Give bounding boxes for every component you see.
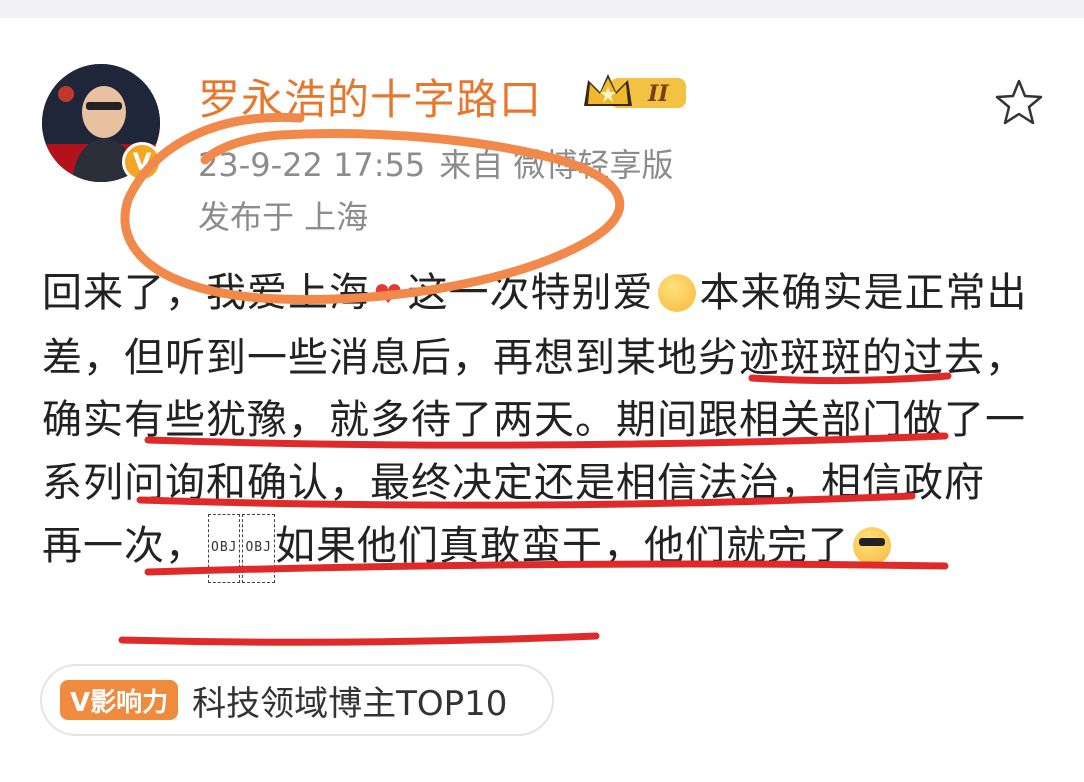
influence-label: 科技领域博主TOP10 — [192, 683, 508, 724]
influence-pill[interactable]: V影响力 科技领域博主TOP10 — [40, 664, 554, 736]
body-text-part1: 回来了，我爱上海 — [42, 270, 370, 316]
level-badge-text: II — [647, 81, 669, 107]
post-location: 发布于 上海 — [198, 198, 369, 236]
heart-emoji-icon: ❤ — [374, 275, 404, 315]
influence-badge: V影响力 — [60, 680, 179, 720]
placeholder-glyph: OBJ — [208, 514, 241, 583]
body-text-part4: 如果他们真敢蛮干，他们就完了 — [274, 523, 849, 569]
status-bar — [0, 0, 1084, 18]
post-timestamp: 23-9-22 17:55 — [198, 146, 426, 184]
verified-badge: V — [122, 142, 162, 182]
crown-level-icon[interactable]: II — [580, 70, 694, 114]
favorite-star-icon[interactable] — [992, 76, 1046, 130]
post-meta: 23-9-22 17:55 来自 微博轻享版 — [198, 140, 687, 186]
placeholder-glyph: OBJ — [242, 514, 275, 583]
username[interactable]: 罗永浩的十字路口 — [198, 66, 542, 127]
sunglasses-emoji-icon — [852, 527, 891, 565]
red-underline-5 — [118, 632, 600, 646]
post-body: 回来了，我爱上海 ❤ 这一次特别爱 本来确实是正常出差，但听到一些消息后，再想到某地劣… — [42, 262, 1052, 583]
body-text-part2: 这一次特别爱 — [407, 270, 654, 316]
post-source[interactable]: 来自 微博轻享版 — [439, 146, 673, 184]
smile-emoji-icon — [657, 274, 696, 312]
